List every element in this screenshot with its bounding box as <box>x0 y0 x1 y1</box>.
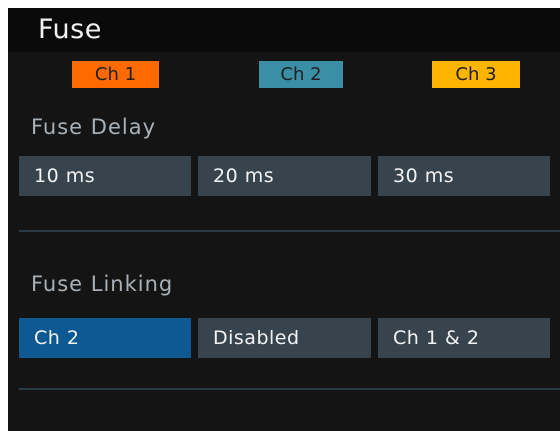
channel-3-badge: Ch 3 <box>432 61 520 88</box>
section-divider <box>19 230 560 232</box>
fuse-screen: Fuse Ch 1 Ch 2 Ch 3 Fuse Delay 10 ms 20 … <box>8 8 560 431</box>
fuse-delay-ch2-button[interactable]: 20 ms <box>198 156 371 196</box>
fuse-linking-label: Fuse Linking <box>31 272 174 296</box>
fuse-linking-ch3-button[interactable]: Ch 1 & 2 <box>378 318 550 358</box>
fuse-linking-ch2-button[interactable]: Disabled <box>198 318 371 358</box>
page-title: Fuse <box>38 14 102 45</box>
section-divider <box>19 388 560 390</box>
fuse-delay-label: Fuse Delay <box>31 115 156 139</box>
fuse-delay-ch3-button[interactable]: 30 ms <box>378 156 550 196</box>
fuse-linking-ch1-button[interactable]: Ch 2 <box>19 318 191 358</box>
channel-2-badge: Ch 2 <box>259 61 343 88</box>
title-bar: Fuse <box>8 8 560 52</box>
fuse-delay-ch1-button[interactable]: 10 ms <box>19 156 191 196</box>
channel-1-badge: Ch 1 <box>72 61 159 88</box>
